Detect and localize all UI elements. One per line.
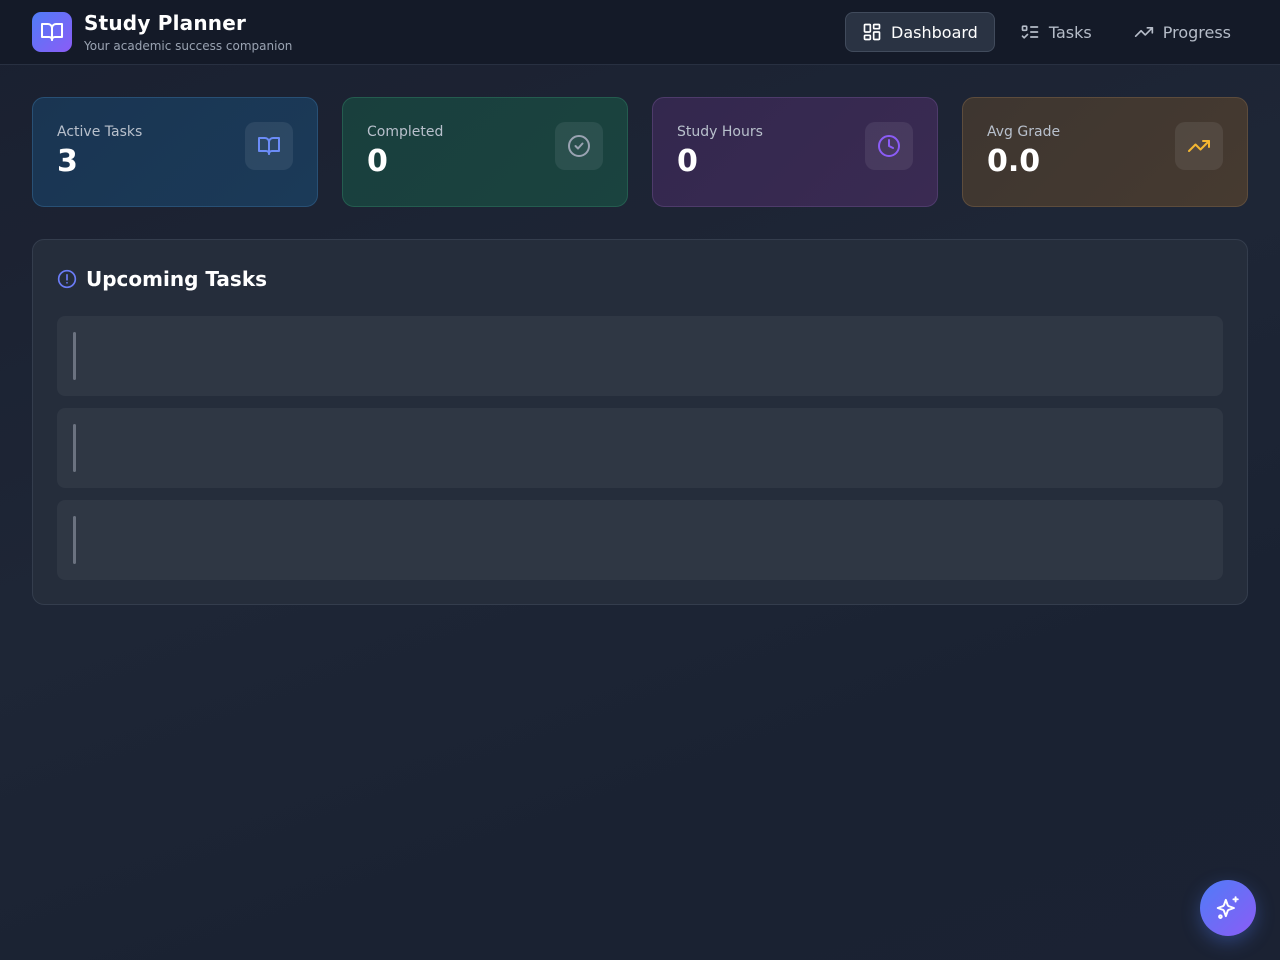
- trending-up-icon: [1134, 27, 1153, 38]
- book-open-icon: [258, 137, 280, 155]
- stats-row: Active Tasks 3 Completed 0 Study Hours 0…: [32, 97, 1248, 207]
- task-priority-bar: [73, 516, 76, 564]
- task-row[interactable]: [57, 316, 1223, 396]
- task-row[interactable]: [57, 408, 1223, 488]
- app-title: Study Planner: [84, 11, 247, 35]
- upcoming-task-list: [57, 316, 1223, 580]
- dashboard-grid-icon: [863, 23, 881, 41]
- app-logo: [32, 12, 72, 52]
- sparkles-icon: [1216, 896, 1239, 919]
- book-open-icon: [41, 23, 63, 41]
- clock-icon: [878, 135, 900, 157]
- nav-item-label: Progress: [1162, 22, 1231, 42]
- panel-title: Upcoming Tasks: [86, 267, 268, 291]
- task-row[interactable]: [57, 500, 1223, 580]
- stat-icon-container: [245, 122, 293, 170]
- task-priority-bar: [73, 424, 76, 472]
- task-priority-bar: [73, 332, 76, 380]
- app-header: Study Planner Your academic success comp…: [0, 0, 1280, 65]
- nav-item-label: Tasks: [1048, 22, 1092, 42]
- panel-header: Upcoming Tasks: [57, 264, 1223, 294]
- main-nav: Dashboard Tasks Progress: [845, 12, 1248, 52]
- upcoming-tasks-panel: Upcoming Tasks: [32, 239, 1248, 605]
- nav-item-tasks[interactable]: Tasks: [1003, 12, 1109, 52]
- alert-circle-icon: [57, 269, 77, 289]
- stat-icon-container: [865, 122, 913, 170]
- stat-icon-container: [1175, 122, 1223, 170]
- trending-up-icon: [1188, 140, 1210, 152]
- ai-assistant-button[interactable]: [1200, 880, 1256, 936]
- nav-item-dashboard[interactable]: Dashboard: [845, 12, 995, 52]
- nav-item-label: Dashboard: [891, 22, 978, 42]
- task-list-icon: [1021, 25, 1039, 39]
- stat-card-study-hours: Study Hours 0: [652, 97, 938, 207]
- stat-card-active-tasks: Active Tasks 3: [32, 97, 318, 207]
- stat-icon-container: [555, 122, 603, 170]
- stat-card-completed: Completed 0: [342, 97, 628, 207]
- app-subtitle: Your academic success companion: [84, 39, 293, 53]
- nav-item-progress[interactable]: Progress: [1117, 12, 1248, 52]
- stat-card-avg-grade: Avg Grade 0.0: [962, 97, 1248, 207]
- check-circle-icon: [568, 135, 590, 157]
